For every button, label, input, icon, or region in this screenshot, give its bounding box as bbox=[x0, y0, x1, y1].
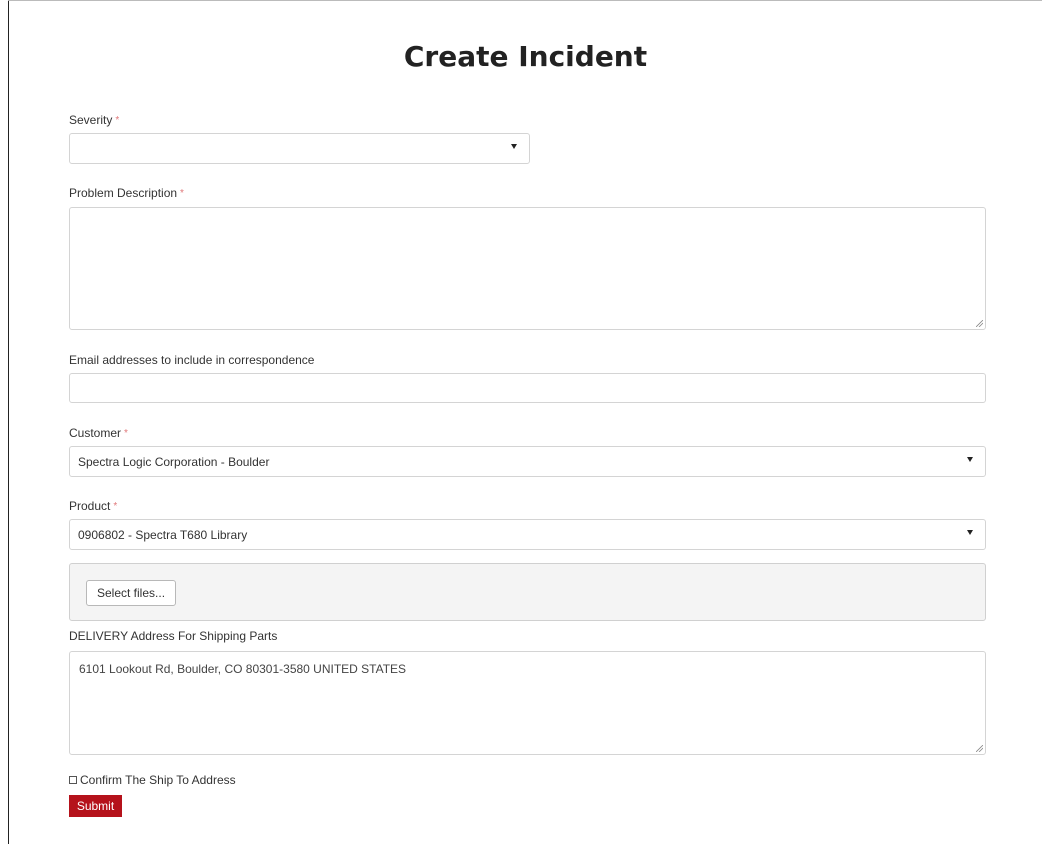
product-label-text: Product bbox=[69, 499, 111, 513]
delivery-address-value: 6101 Lookout Rd, Boulder, CO 80301-3580 … bbox=[79, 662, 407, 676]
delivery-address-textarea[interactable]: 6101 Lookout Rd, Boulder, CO 80301-3580 … bbox=[69, 651, 986, 755]
confirm-address-row[interactable]: Confirm The Ship To Address bbox=[69, 773, 236, 787]
caret-down-icon bbox=[511, 144, 517, 149]
severity-select[interactable] bbox=[69, 133, 530, 164]
confirm-address-checkbox[interactable] bbox=[69, 776, 77, 784]
required-marker: * bbox=[113, 501, 118, 512]
confirm-address-label: Confirm The Ship To Address bbox=[80, 773, 236, 787]
page-title: Create Incident bbox=[403, 40, 648, 73]
required-marker: * bbox=[180, 188, 184, 199]
required-marker: * bbox=[115, 115, 120, 126]
resize-grip-icon[interactable] bbox=[976, 320, 983, 327]
submit-button[interactable]: Submit bbox=[69, 795, 122, 817]
select-files-button[interactable]: Select files... bbox=[86, 580, 177, 606]
problem-description-label-text: Problem Description bbox=[69, 186, 178, 200]
customer-label-text: Customer bbox=[69, 426, 122, 440]
customer-select[interactable]: Spectra Logic Corporation - Boulder bbox=[69, 446, 986, 477]
customer-label: Customer * bbox=[69, 426, 128, 440]
product-value: 0906802 - Spectra T680 Library bbox=[78, 528, 248, 542]
severity-label-text: Severity bbox=[69, 113, 113, 127]
product-label: Product * bbox=[69, 499, 117, 513]
delivery-address-label: DELIVERY Address For Shipping Parts bbox=[69, 629, 278, 643]
attachment-dropzone[interactable]: Select files... bbox=[69, 563, 986, 621]
resize-grip-icon[interactable] bbox=[976, 745, 983, 752]
page-border-top bbox=[8, 0, 1042, 1]
caret-down-icon bbox=[967, 457, 973, 462]
problem-description-textarea[interactable] bbox=[69, 207, 986, 330]
caret-down-icon bbox=[967, 530, 973, 535]
email-label: Email addresses to include in correspond… bbox=[69, 353, 315, 367]
customer-value: Spectra Logic Corporation - Boulder bbox=[78, 455, 270, 469]
problem-description-label: Problem Description * bbox=[69, 186, 184, 200]
page-border-left bbox=[8, 0, 9, 844]
required-marker: * bbox=[124, 428, 128, 439]
email-input[interactable] bbox=[69, 373, 986, 403]
product-select[interactable]: 0906802 - Spectra T680 Library bbox=[69, 519, 986, 550]
severity-label: Severity * bbox=[69, 113, 119, 127]
